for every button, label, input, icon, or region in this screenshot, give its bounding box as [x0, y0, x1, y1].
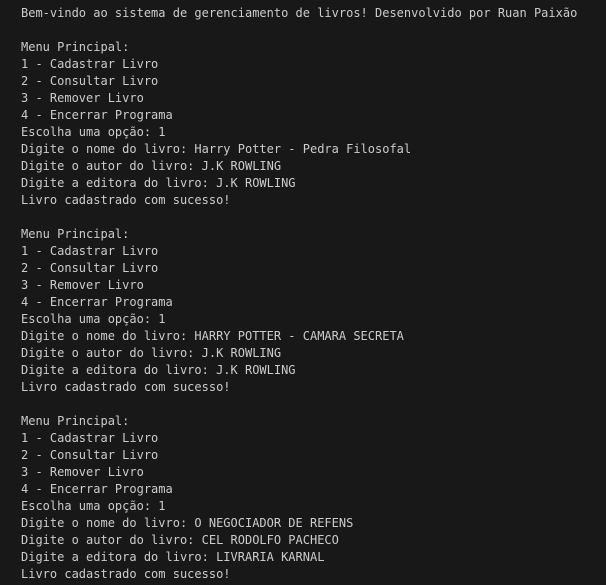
choice-prompt: Escolha uma opção: 1 [21, 312, 166, 326]
menu-option-encerrar: 4 - Encerrar Programa [21, 295, 173, 309]
book-name-prompt: Digite o nome do livro: HARRY POTTER - C… [21, 329, 404, 343]
welcome-message: Bem-vindo ao sistema de gerenciamento de… [21, 6, 578, 20]
book-author-prompt: Digite o autor do livro: CEL RODOLFO PAC… [21, 533, 339, 547]
menu-title: Menu Principal: [21, 414, 130, 428]
menu-title: Menu Principal: [21, 227, 130, 241]
menu-option-encerrar: 4 - Encerrar Programa [21, 482, 173, 496]
success-message: Livro cadastrado com sucesso! [21, 193, 231, 207]
terminal-output[interactable]: Bem-vindo ao sistema de gerenciamento de… [0, 0, 606, 585]
choice-prompt: Escolha uma opção: 1 [21, 499, 166, 513]
success-message: Livro cadastrado com sucesso! [21, 567, 231, 581]
menu-option-cadastrar: 1 - Cadastrar Livro [21, 57, 159, 71]
book-author-prompt: Digite o autor do livro: J.K ROWLING [21, 346, 282, 360]
menu-option-remover: 3 - Remover Livro [21, 91, 144, 105]
menu-option-consultar: 2 - Consultar Livro [21, 448, 159, 462]
book-author-prompt: Digite o autor do livro: J.K ROWLING [21, 159, 282, 173]
book-name-prompt: Digite o nome do livro: O NEGOCIADOR DE … [21, 516, 354, 530]
book-name-prompt: Digite o nome do livro: Harry Potter - P… [21, 142, 412, 156]
book-publisher-prompt: Digite a editora do livro: LIVRARIA KARN… [21, 550, 325, 564]
menu-option-remover: 3 - Remover Livro [21, 278, 144, 292]
success-message: Livro cadastrado com sucesso! [21, 380, 231, 394]
menu-option-cadastrar: 1 - Cadastrar Livro [21, 431, 159, 445]
menu-option-cadastrar: 1 - Cadastrar Livro [21, 244, 159, 258]
menu-title: Menu Principal: [21, 40, 130, 54]
menu-option-consultar: 2 - Consultar Livro [21, 74, 159, 88]
menu-option-consultar: 2 - Consultar Livro [21, 261, 159, 275]
menu-option-remover: 3 - Remover Livro [21, 465, 144, 479]
menu-option-encerrar: 4 - Encerrar Programa [21, 108, 173, 122]
book-publisher-prompt: Digite a editora do livro: J.K ROWLING [21, 363, 296, 377]
choice-prompt: Escolha uma opção: 1 [21, 125, 166, 139]
book-publisher-prompt: Digite a editora do livro: J.K ROWLING [21, 176, 296, 190]
